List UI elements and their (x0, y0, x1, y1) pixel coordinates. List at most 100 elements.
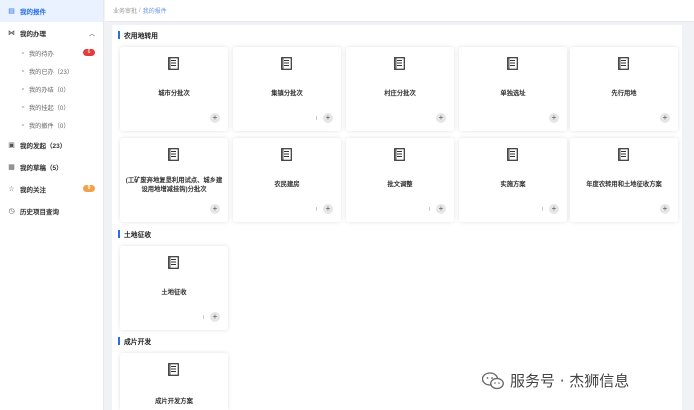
card-land-expropriation[interactable]: 土地征收 + (120, 246, 228, 330)
main-content: 农用地转用 城市分批次 + 集镇分批次 + 村庄分批次 + 单独选址 + 先行用… (112, 25, 682, 410)
card-advance-land-use[interactable]: 先行用地 + (570, 47, 678, 131)
flow-icon: ⋈ (8, 30, 15, 37)
section-title-text: 成片开发 (124, 339, 152, 346)
bullet-icon (22, 106, 24, 108)
sidebar: ▤ 我的报件 ⋈ 我的办理 ︿ 我的待办 6 我的已办（23） 我的办结（0） … (0, 0, 104, 410)
chevron-up-icon[interactable]: ︿ (89, 29, 95, 38)
bullet-icon (22, 124, 24, 126)
section-accent-bar (118, 230, 120, 238)
star-icon: ☆ (8, 186, 15, 193)
bullet-icon (22, 52, 24, 54)
card-approval-adjustment[interactable]: 批文调整 + (346, 138, 454, 222)
draft-icon: ▦ (8, 164, 15, 171)
sidebar-subitem-withdrawn[interactable]: 我的撤件（0） (0, 116, 103, 134)
document-icon (507, 148, 518, 161)
breadcrumb-current: 我的报件 (142, 9, 167, 15)
wechat-logo-icon (482, 371, 504, 389)
breadcrumb-separator: / (139, 7, 141, 14)
add-button[interactable]: + (436, 113, 446, 123)
card-annual-conversion-plan[interactable]: 年度农转用和土地征收方案 + (570, 138, 678, 222)
watermark: 服务号 · 杰狮信息 (482, 370, 629, 391)
section-title-text: 农用地转用 (124, 33, 158, 40)
send-icon: ▣ (8, 142, 15, 149)
add-button[interactable]: + (436, 204, 446, 214)
document-icon (394, 57, 405, 70)
card-title: (工矿废弃地复垦利用试点、城乡建设用地增减挂钩)分批次 (125, 177, 223, 193)
divider (429, 207, 430, 211)
add-button[interactable]: + (323, 204, 333, 214)
card-title: 年度农转用和土地征收方案 (586, 181, 662, 188)
card-title: 土地征收 (161, 289, 187, 296)
divider (542, 207, 543, 211)
breadcrumb-root[interactable]: 业务审批 (113, 6, 137, 15)
follow-count-badge: 0 (83, 185, 95, 192)
add-button[interactable]: + (210, 312, 220, 322)
add-button[interactable]: + (549, 204, 559, 214)
card-title: 城市分批次 (158, 90, 190, 97)
sidebar-subitem-suspended[interactable]: 我的挂起（0） (0, 98, 103, 116)
section-accent-bar (118, 337, 120, 345)
card-title: 单独选址 (500, 90, 526, 97)
card-title: 实施方案 (500, 181, 526, 188)
sidebar-item-label: 我的办理 (20, 31, 46, 38)
add-button[interactable]: + (210, 113, 220, 123)
document-icon (168, 148, 179, 161)
add-button[interactable]: + (549, 113, 559, 123)
add-button[interactable]: + (660, 204, 670, 214)
history-icon: ◷ (8, 208, 15, 215)
document-icon (618, 148, 629, 161)
sidebar-subitem-label: 我的办结（0） (29, 86, 70, 94)
document-icon (394, 148, 405, 161)
document-icon (507, 57, 518, 70)
card-title: 先行用地 (611, 90, 637, 97)
todo-count-badge: 6 (83, 49, 95, 56)
divider (203, 315, 204, 319)
card-town-batch[interactable]: 集镇分批次 + (233, 47, 341, 131)
card-implementation-plan[interactable]: 实施方案 + (459, 138, 567, 222)
document-icon (168, 363, 179, 376)
sidebar-item-label: 我的草稿（5） (20, 165, 63, 172)
sidebar-subitem-label: 我的撤件（0） (29, 122, 70, 130)
bullet-icon (22, 88, 24, 90)
breadcrumb: 业务审批 / 我的报件 (105, 0, 694, 22)
sidebar-item-label: 历史项目查询 (20, 209, 59, 216)
sidebar-item-my-drafts[interactable]: ▦ 我的草稿（5） (0, 156, 103, 178)
document-icon (168, 256, 179, 269)
add-button[interactable]: + (210, 204, 220, 214)
sidebar-subitem-completed[interactable]: 我的办结（0） (0, 80, 103, 98)
card-standalone-site[interactable]: 单独选址 + (459, 47, 567, 131)
sidebar-item-my-submissions[interactable]: ▤ 我的报件 (0, 0, 103, 22)
sidebar-subitem-todo[interactable]: 我的待办 6 (0, 44, 103, 62)
bullet-icon (22, 70, 24, 72)
card-title: 村庄分批次 (384, 90, 416, 97)
sidebar-item-my-processing[interactable]: ⋈ 我的办理 ︿ (0, 22, 103, 44)
divider (316, 207, 317, 211)
sidebar-subitem-label: 我的待办 (29, 50, 54, 58)
sidebar-item-my-follow[interactable]: ☆ 我的关注 0 (0, 178, 103, 200)
card-farmer-housing[interactable]: 农民建房 + (233, 138, 341, 222)
card-city-batch[interactable]: 城市分批次 + (120, 47, 228, 131)
card-title: 批文调整 (387, 181, 413, 188)
sidebar-subitem-label: 我的已办（23） (29, 68, 74, 76)
document-icon (281, 57, 292, 70)
sidebar-subitem-done[interactable]: 我的已办（23） (0, 62, 103, 80)
sidebar-item-history[interactable]: ◷ 历史项目查询 (0, 200, 103, 222)
document-icon (618, 57, 629, 70)
card-area-development-plan[interactable]: 成片开发方案 (120, 353, 228, 410)
card-village-batch[interactable]: 村庄分批次 + (346, 47, 454, 131)
card-title: 成片开发方案 (155, 398, 193, 405)
add-button[interactable]: + (660, 113, 670, 123)
document-icon (168, 57, 179, 70)
sidebar-item-my-initiated[interactable]: ▣ 我的发起（23） (0, 134, 103, 156)
add-button[interactable]: + (323, 113, 333, 123)
section-title-farmland-conversion: 农用地转用 (118, 30, 158, 40)
watermark-text: 服务号 · 杰狮信息 (510, 372, 630, 390)
section-accent-bar (118, 31, 120, 39)
card-title: 农民建房 (274, 181, 300, 188)
sidebar-subitem-label: 我的挂起（0） (29, 104, 70, 112)
section-title-area-development: 成片开发 (118, 336, 151, 346)
card-title: 集镇分批次 (271, 90, 303, 97)
section-title-land-expropriation: 土地征收 (118, 229, 151, 239)
card-mine-reclamation-batch[interactable]: (工矿废弃地复垦利用试点、城乡建设用地增减挂钩)分批次 + (120, 138, 228, 222)
divider (316, 116, 317, 120)
